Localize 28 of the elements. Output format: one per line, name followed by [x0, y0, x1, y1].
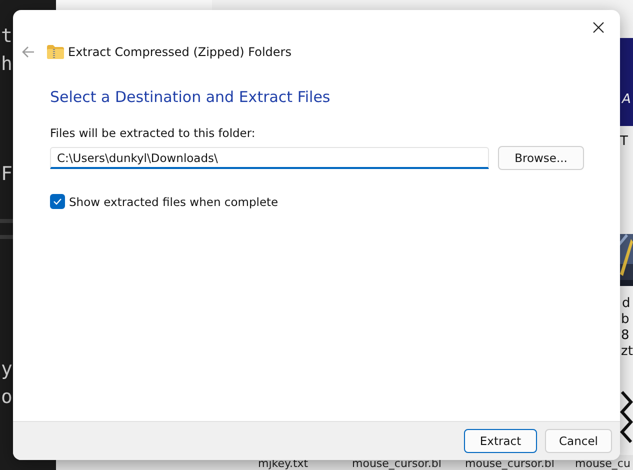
- back-button[interactable]: [21, 45, 35, 59]
- file-name[interactable]: mouse_cursor.bl: [465, 458, 554, 470]
- terminal-text: y: [1, 358, 12, 380]
- cancel-button[interactable]: Cancel: [545, 429, 612, 453]
- zipped-folder-icon: [47, 45, 64, 59]
- terminal-text: h: [1, 53, 12, 75]
- browse-button[interactable]: Browse...: [498, 146, 584, 170]
- field-label: Files will be extracted to this folder:: [50, 126, 256, 140]
- background-text: A: [622, 92, 631, 108]
- background-text: 8: [621, 328, 630, 344]
- checkmark-icon: [53, 198, 62, 205]
- dialog-title: Extract Compressed (Zipped) Folders: [68, 45, 292, 59]
- checkbox[interactable]: [50, 194, 65, 209]
- path-field[interactable]: C:\Users\dunkyl\Downloads\: [50, 147, 489, 169]
- extract-button[interactable]: Extract: [464, 429, 537, 453]
- background-text: b: [621, 312, 630, 328]
- terminal-text: o: [1, 386, 12, 408]
- dialog-heading: Select a Destination and Extract Files: [50, 88, 332, 106]
- terminal-text: t: [1, 25, 12, 47]
- close-icon: [592, 22, 604, 32]
- checkbox-label: Show extracted files when complete: [69, 194, 278, 208]
- file-name[interactable]: mouse_cursor.bl: [352, 458, 442, 470]
- background-text: zt: [621, 344, 633, 360]
- terminal-text: F: [1, 163, 12, 185]
- file-name[interactable]: mouse_cu: [575, 458, 630, 470]
- file-name[interactable]: mjkey.txt: [258, 458, 308, 470]
- background-text: T: [620, 134, 628, 150]
- background-text: d: [622, 296, 630, 312]
